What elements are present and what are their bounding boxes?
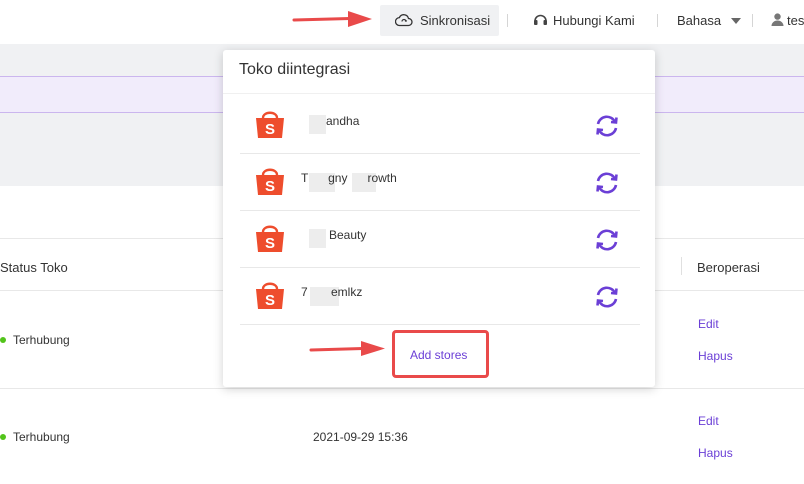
store-name: T gny rowth (301, 171, 397, 185)
sync-label: Sinkronisasi (420, 13, 491, 28)
contact-label: Hubungi Kami (553, 13, 635, 28)
shopee-bag-icon: S (254, 109, 286, 144)
table-cell-date: 2021-09-29 15:36 (313, 430, 408, 444)
cloud-sync-icon (394, 13, 413, 30)
contact-button[interactable]: Hubungi Kami (533, 13, 635, 28)
delete-link[interactable]: Hapus (698, 446, 733, 460)
integrated-stores-dropdown: Toko diintegrasi S andha S T gny rowth S… (223, 50, 655, 387)
headset-icon (534, 14, 547, 25)
sync-button[interactable]: Sinkronisasi (380, 5, 499, 36)
svg-text:S: S (265, 292, 275, 309)
svg-text:S: S (265, 235, 275, 252)
annotation-arrow-icon (292, 11, 372, 27)
refresh-sync-icon[interactable] (594, 227, 620, 258)
add-stores-link[interactable]: Add stores (410, 348, 467, 362)
shopee-bag-icon: S (254, 166, 286, 201)
refresh-sync-icon[interactable] (594, 284, 620, 315)
connected-dot-icon (0, 337, 6, 343)
edit-link[interactable]: Edit (698, 317, 719, 331)
language-dropdown[interactable]: Bahasa (677, 13, 741, 28)
refresh-sync-icon[interactable] (594, 170, 620, 201)
delete-link[interactable]: Hapus (698, 349, 733, 363)
column-header-operate: Beroperasi (697, 260, 760, 275)
divider (507, 14, 508, 27)
connected-dot-icon (0, 434, 6, 440)
language-label: Bahasa (677, 13, 722, 28)
divider (0, 388, 804, 389)
svg-text:S: S (265, 121, 275, 138)
page: Status Toko Beroperasi Terhubung Edit Ha… (0, 0, 804, 484)
user-label: tes (787, 13, 804, 28)
top-bar: Sinkronisasi Hubungi Kami Bahasa tes (0, 0, 804, 44)
store-list-item: S andha (240, 97, 640, 154)
status-badge: Terhubung (0, 333, 70, 347)
refresh-sync-icon[interactable] (594, 113, 620, 144)
store-list-item: S Beauty (240, 211, 640, 268)
column-separator (681, 257, 682, 275)
store-list-item: S 7 emlkz (240, 268, 640, 325)
status-text: Terhubung (13, 333, 70, 347)
divider (223, 93, 655, 94)
user-menu[interactable]: tes (771, 13, 804, 28)
store-list-item: S T gny rowth (240, 154, 640, 211)
column-header-status: Status Toko (0, 260, 68, 275)
redacted-blur (309, 115, 326, 134)
user-icon (771, 13, 784, 26)
shopee-bag-icon: S (254, 280, 286, 315)
annotation-arrow-icon (309, 341, 385, 356)
store-name: 7 emlkz (301, 285, 363, 299)
dropdown-title: Toko diintegrasi (239, 61, 351, 78)
store-name: Beauty (319, 228, 367, 242)
status-badge: Terhubung (0, 430, 70, 444)
store-name: andha (326, 114, 360, 128)
divider (657, 14, 658, 27)
divider (752, 14, 753, 27)
svg-text:S: S (265, 178, 275, 195)
edit-link[interactable]: Edit (698, 414, 719, 428)
shopee-bag-icon: S (254, 223, 286, 258)
caret-down-icon (730, 18, 741, 24)
status-text: Terhubung (13, 430, 70, 444)
